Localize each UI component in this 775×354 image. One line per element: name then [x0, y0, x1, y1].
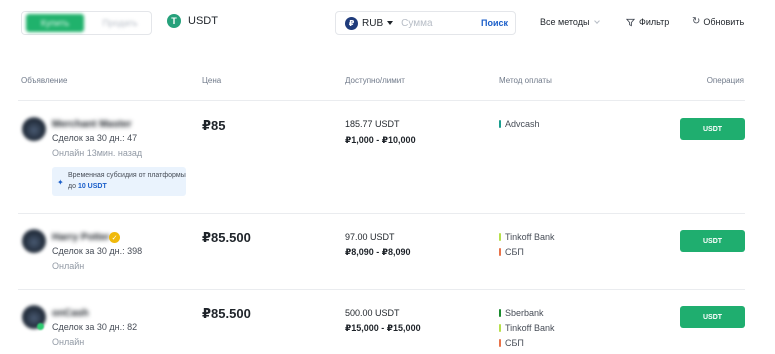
- coin-label: USDT: [188, 15, 218, 27]
- coin-selector[interactable]: T USDT: [167, 14, 218, 28]
- buy-sell-toggle: Купить Продать: [21, 11, 152, 35]
- payment-method-name: Tinkoff Bank: [505, 323, 555, 333]
- deals-count: Сделок за 30 дн.: 398: [52, 246, 143, 256]
- methods-label: Все методы: [540, 17, 590, 27]
- payment-methods-dropdown[interactable]: Все методы: [540, 17, 601, 27]
- payment-method: Sberbank: [499, 308, 544, 318]
- buy-usdt-button[interactable]: USDT: [680, 118, 745, 140]
- advertiser-name[interactable]: onCash: [52, 308, 89, 319]
- fiat-selector[interactable]: RUB: [362, 18, 383, 29]
- search-button[interactable]: Поиск: [481, 18, 508, 28]
- caret-down-icon[interactable]: [387, 21, 394, 25]
- method-color-marker: [499, 248, 501, 256]
- header-advertiser: Объявление: [21, 76, 68, 85]
- payment-method: Tinkoff Bank: [499, 232, 555, 242]
- ruble-icon: ₽: [345, 16, 358, 30]
- advertiser-name[interactable]: Merchant Master: [52, 119, 131, 130]
- refresh-button[interactable]: ↻ Обновить: [692, 16, 745, 28]
- chevron-down-icon: [594, 18, 601, 24]
- method-color-marker: [499, 120, 501, 128]
- method-color-marker: [499, 233, 501, 241]
- header-operation: Операция: [706, 76, 744, 85]
- order-limit: ₽8,090 - ₽8,090: [345, 247, 411, 257]
- method-color-marker: [499, 324, 501, 332]
- buy-tab[interactable]: Купить: [26, 14, 84, 32]
- refresh-label: Обновить: [703, 17, 745, 27]
- filter-icon: [626, 18, 635, 26]
- payment-method-name: Tinkoff Bank: [505, 232, 555, 242]
- header-payment: Метод оплаты: [499, 76, 552, 85]
- deals-count: Сделок за 30 дн.: 82: [52, 322, 138, 332]
- filter-label: Фильтр: [639, 17, 670, 27]
- subsidy-banner: ✦ Временная субсидия от платформы до 10 …: [52, 167, 186, 196]
- avatar[interactable]: [22, 229, 46, 253]
- payment-method: Tinkoff Bank: [499, 323, 555, 333]
- avatar[interactable]: [22, 117, 46, 141]
- table-header: Объявление Цена Доступно/лимит Метод опл…: [0, 76, 775, 90]
- payment-method: Advcash: [499, 119, 540, 129]
- online-status: Онлайн: [52, 337, 85, 347]
- header-available: Доступно/лимит: [345, 76, 405, 85]
- price: ₽85.500: [202, 230, 251, 245]
- deals-count: Сделок за 30 дн.: 47: [52, 133, 138, 143]
- table-row: onCash Сделок за 30 дн.: 82 Онлайн ₽85.5…: [0, 290, 775, 354]
- table-row: Merchant Master Сделок за 30 дн.: 47 Онл…: [0, 101, 775, 213]
- header-price: Цена: [202, 76, 222, 85]
- sparkle-icon: ✦: [57, 178, 64, 187]
- available-amount: 500.00 USDT: [345, 308, 400, 318]
- verified-badge-icon: ✓: [109, 232, 120, 243]
- price: ₽85: [202, 118, 226, 133]
- toolbar: Купить Продать T USDT ₽ RUB Поиск Все ме…: [0, 0, 775, 48]
- online-dot: [37, 323, 44, 330]
- order-limit: ₽1,000 - ₽10,000: [345, 135, 416, 145]
- payment-method: СБП: [499, 338, 524, 348]
- sell-tab[interactable]: Продать: [92, 14, 148, 32]
- filter-button[interactable]: Фильтр: [626, 17, 669, 27]
- online-status: Онлайн 13мин. назад: [52, 148, 143, 158]
- order-limit: ₽15,000 - ₽15,000: [345, 323, 421, 333]
- amount-input[interactable]: [401, 17, 478, 29]
- payment-method-name: СБП: [505, 247, 524, 257]
- payment-method-name: Advcash: [505, 119, 540, 129]
- table-row: Harry Potter ✓ Сделок за 30 дн.: 398 Онл…: [0, 214, 775, 289]
- amount-search-box: ₽ RUB Поиск: [335, 11, 516, 35]
- buy-usdt-button[interactable]: USDT: [680, 306, 745, 328]
- method-color-marker: [499, 309, 501, 317]
- available-amount: 97.00 USDT: [345, 232, 395, 242]
- price: ₽85.500: [202, 306, 251, 321]
- payment-method-name: Sberbank: [505, 308, 544, 318]
- available-amount: 185.77 USDT: [345, 119, 400, 129]
- payment-method: СБП: [499, 247, 524, 257]
- payment-method-name: СБП: [505, 338, 524, 348]
- advertiser-name[interactable]: Harry Potter: [52, 232, 110, 243]
- buy-usdt-button[interactable]: USDT: [680, 230, 745, 252]
- tether-icon: T: [167, 14, 181, 28]
- refresh-icon: ↻: [692, 16, 701, 27]
- subsidy-amount: 10 USDT: [77, 183, 107, 190]
- method-color-marker: [499, 339, 501, 347]
- online-status: Онлайн: [52, 261, 85, 271]
